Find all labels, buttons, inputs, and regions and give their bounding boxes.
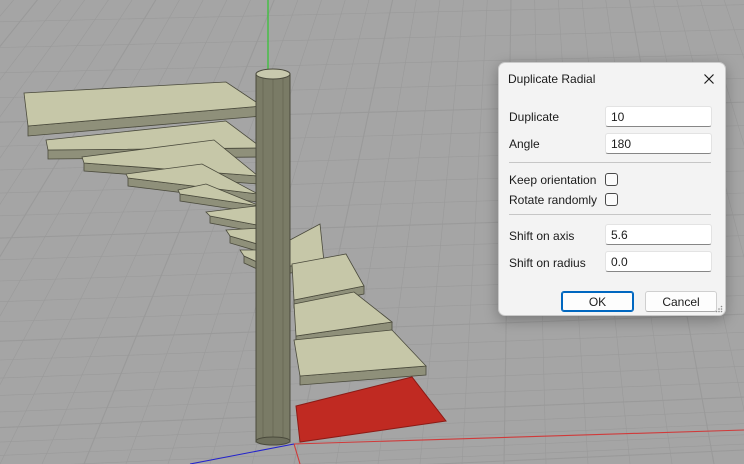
ok-button[interactable]: OK	[561, 291, 634, 312]
section-divider	[509, 162, 711, 163]
section-divider	[509, 214, 711, 215]
cancel-button[interactable]: Cancel	[645, 291, 717, 312]
shift-on-radius-label: Shift on radius	[509, 256, 586, 270]
duplicate-input[interactable]	[605, 106, 712, 127]
duplicate-radial-dialog: Duplicate Radial Duplicate Angle Keep or…	[498, 62, 726, 316]
rotate-randomly-label: Rotate randomly	[509, 193, 598, 207]
shift-on-radius-input[interactable]	[605, 251, 712, 272]
duplicate-label: Duplicate	[509, 110, 560, 124]
keep-orientation-label: Keep orientation	[509, 173, 597, 187]
close-icon	[704, 74, 714, 84]
rotate-randomly-checkbox[interactable]	[605, 193, 618, 206]
angle-input[interactable]	[605, 133, 712, 154]
resize-grip-icon[interactable]	[715, 305, 723, 313]
shift-on-axis-input[interactable]	[605, 224, 712, 245]
shift-on-axis-label: Shift on axis	[509, 229, 575, 243]
dialog-title: Duplicate Radial	[508, 72, 596, 86]
dialog-titlebar[interactable]: Duplicate Radial	[499, 63, 725, 94]
stair-column[interactable]	[255, 68, 291, 446]
close-button[interactable]	[697, 67, 721, 91]
angle-label: Angle	[509, 137, 540, 151]
keep-orientation-checkbox[interactable]	[605, 173, 618, 186]
